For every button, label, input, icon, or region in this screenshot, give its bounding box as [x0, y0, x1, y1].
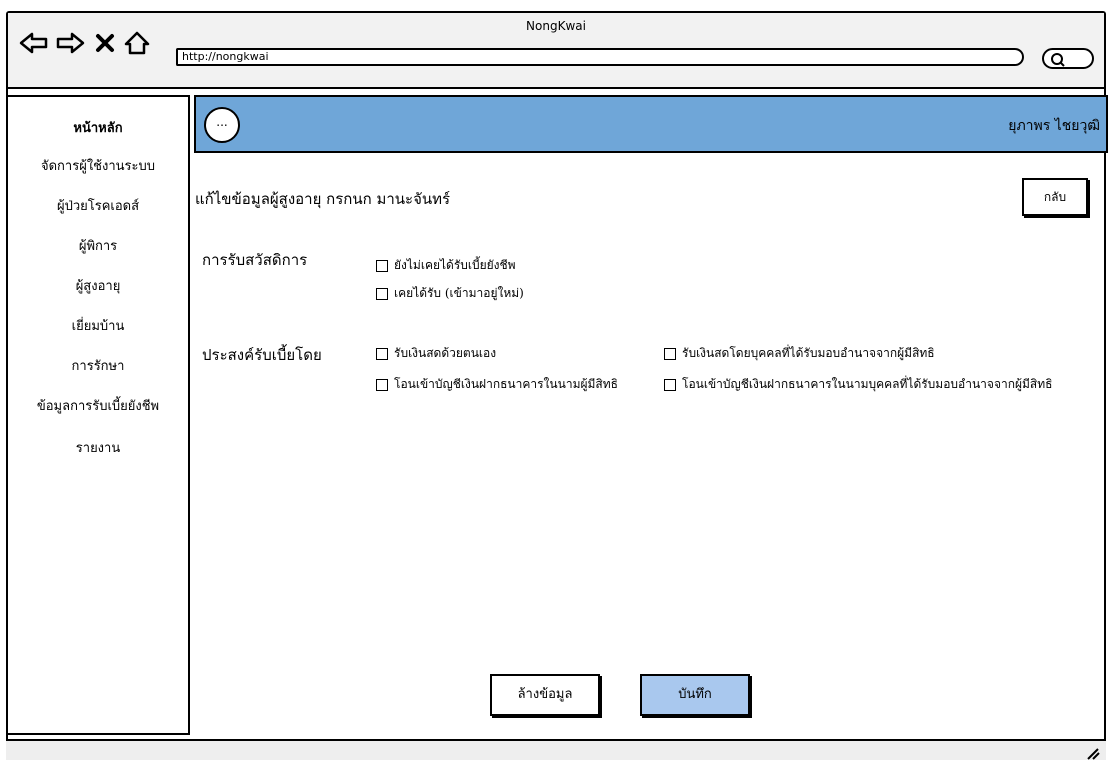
- sidebar-item-disabled[interactable]: ผู้พิการ: [8, 235, 188, 256]
- checkbox-label: โอนเข้าบัญชีเงินฝากธนาคารในนามบุคคลที่ได…: [682, 377, 1053, 391]
- sidebar-item-allowance[interactable]: ข้อมูลการรับเบี้ยยังชีพ: [8, 395, 188, 416]
- window-title: NongKwai: [526, 19, 586, 33]
- welfare-label: การรับสวัสดิการ: [202, 251, 308, 269]
- sidebar-item-elderly[interactable]: ผู้สูงอายุ: [8, 275, 188, 296]
- checkbox-label: โอนเข้าบัญชีเงินฝากธนาคารในนามผู้มีสิทธิ: [394, 377, 618, 391]
- sidebar-item-home[interactable]: หน้าหลัก: [8, 117, 188, 138]
- title-bar: NongKwai http://nongkwai: [8, 13, 1104, 89]
- receive-option-cash-proxy[interactable]: รับเงินสดโดยบุคคลที่ได้รับมอบอำนาจจากผู้…: [664, 344, 935, 363]
- sidebar-item-report[interactable]: รายงาน: [8, 437, 188, 458]
- sidebar-item-treatment[interactable]: การรักษา: [8, 355, 188, 376]
- welfare-option-never[interactable]: ยังไม่เคยได้รับเบี้ยยังชีพ: [376, 256, 516, 275]
- search-icon: [1051, 53, 1065, 67]
- checkbox[interactable]: [376, 287, 388, 300]
- sidebar-item-aids-patients[interactable]: ผู้ป่วยโรคเอดส์: [8, 195, 188, 216]
- checkbox-label: รับเงินสดด้วยตนเอง: [394, 346, 497, 360]
- receive-option-bank-proxy[interactable]: โอนเข้าบัญชีเงินฝากธนาคารในนามบุคคลที่ได…: [664, 375, 1053, 394]
- more-button[interactable]: ...: [204, 107, 240, 143]
- checkbox-label: ยังไม่เคยได้รับเบี้ยยังชีพ: [394, 258, 516, 272]
- close-icon[interactable]: [92, 29, 118, 57]
- clear-button[interactable]: ล้างข้อมูล: [490, 674, 600, 716]
- back-button[interactable]: กลับ: [1022, 178, 1088, 216]
- status-bar: [6, 739, 1106, 760]
- search-button[interactable]: [1042, 48, 1094, 69]
- receive-option-cash-self[interactable]: รับเงินสดด้วยตนเอง: [376, 344, 496, 363]
- checkbox[interactable]: [376, 378, 388, 391]
- url-input[interactable]: http://nongkwai: [176, 48, 1024, 66]
- checkbox[interactable]: [376, 259, 388, 272]
- back-arrow-icon[interactable]: [18, 29, 50, 57]
- sidebar: หน้าหลัก จัดการผู้ใช้งานระบบ ผู้ป่วยโรคเ…: [8, 95, 190, 735]
- sidebar-item-manage-users[interactable]: จัดการผู้ใช้งานระบบ: [8, 155, 188, 176]
- receive-option-bank-self[interactable]: โอนเข้าบัญชีเงินฝากธนาคารในนามผู้มีสิทธิ: [376, 375, 618, 394]
- user-name: ยุภาพร ไชยวุฒิ: [1008, 118, 1100, 134]
- checkbox-label: รับเงินสดโดยบุคคลที่ได้รับมอบอำนาจจากผู้…: [682, 346, 935, 360]
- checkbox[interactable]: [664, 347, 676, 360]
- header-bar: ... ยุภาพร ไชยวุฒิ: [194, 95, 1108, 153]
- checkbox[interactable]: [376, 347, 388, 360]
- welfare-option-received[interactable]: เคยได้รับ (เข้ามาอยู่ใหม่): [376, 284, 524, 303]
- save-button[interactable]: บันทึก: [640, 674, 750, 716]
- home-icon[interactable]: [122, 29, 152, 57]
- checkbox-label: เคยได้รับ (เข้ามาอยู่ใหม่): [394, 286, 524, 300]
- receive-label: ประสงค์รับเบี้ยโดย: [202, 346, 322, 364]
- page-title: แก้ไขข้อมูลผู้สูงอายุ กรกนก มานะจันทร์: [195, 190, 451, 208]
- checkbox[interactable]: [664, 378, 676, 391]
- forward-arrow-icon[interactable]: [54, 29, 86, 57]
- sidebar-item-home-visit[interactable]: เยี่ยมบ้าน: [8, 315, 188, 336]
